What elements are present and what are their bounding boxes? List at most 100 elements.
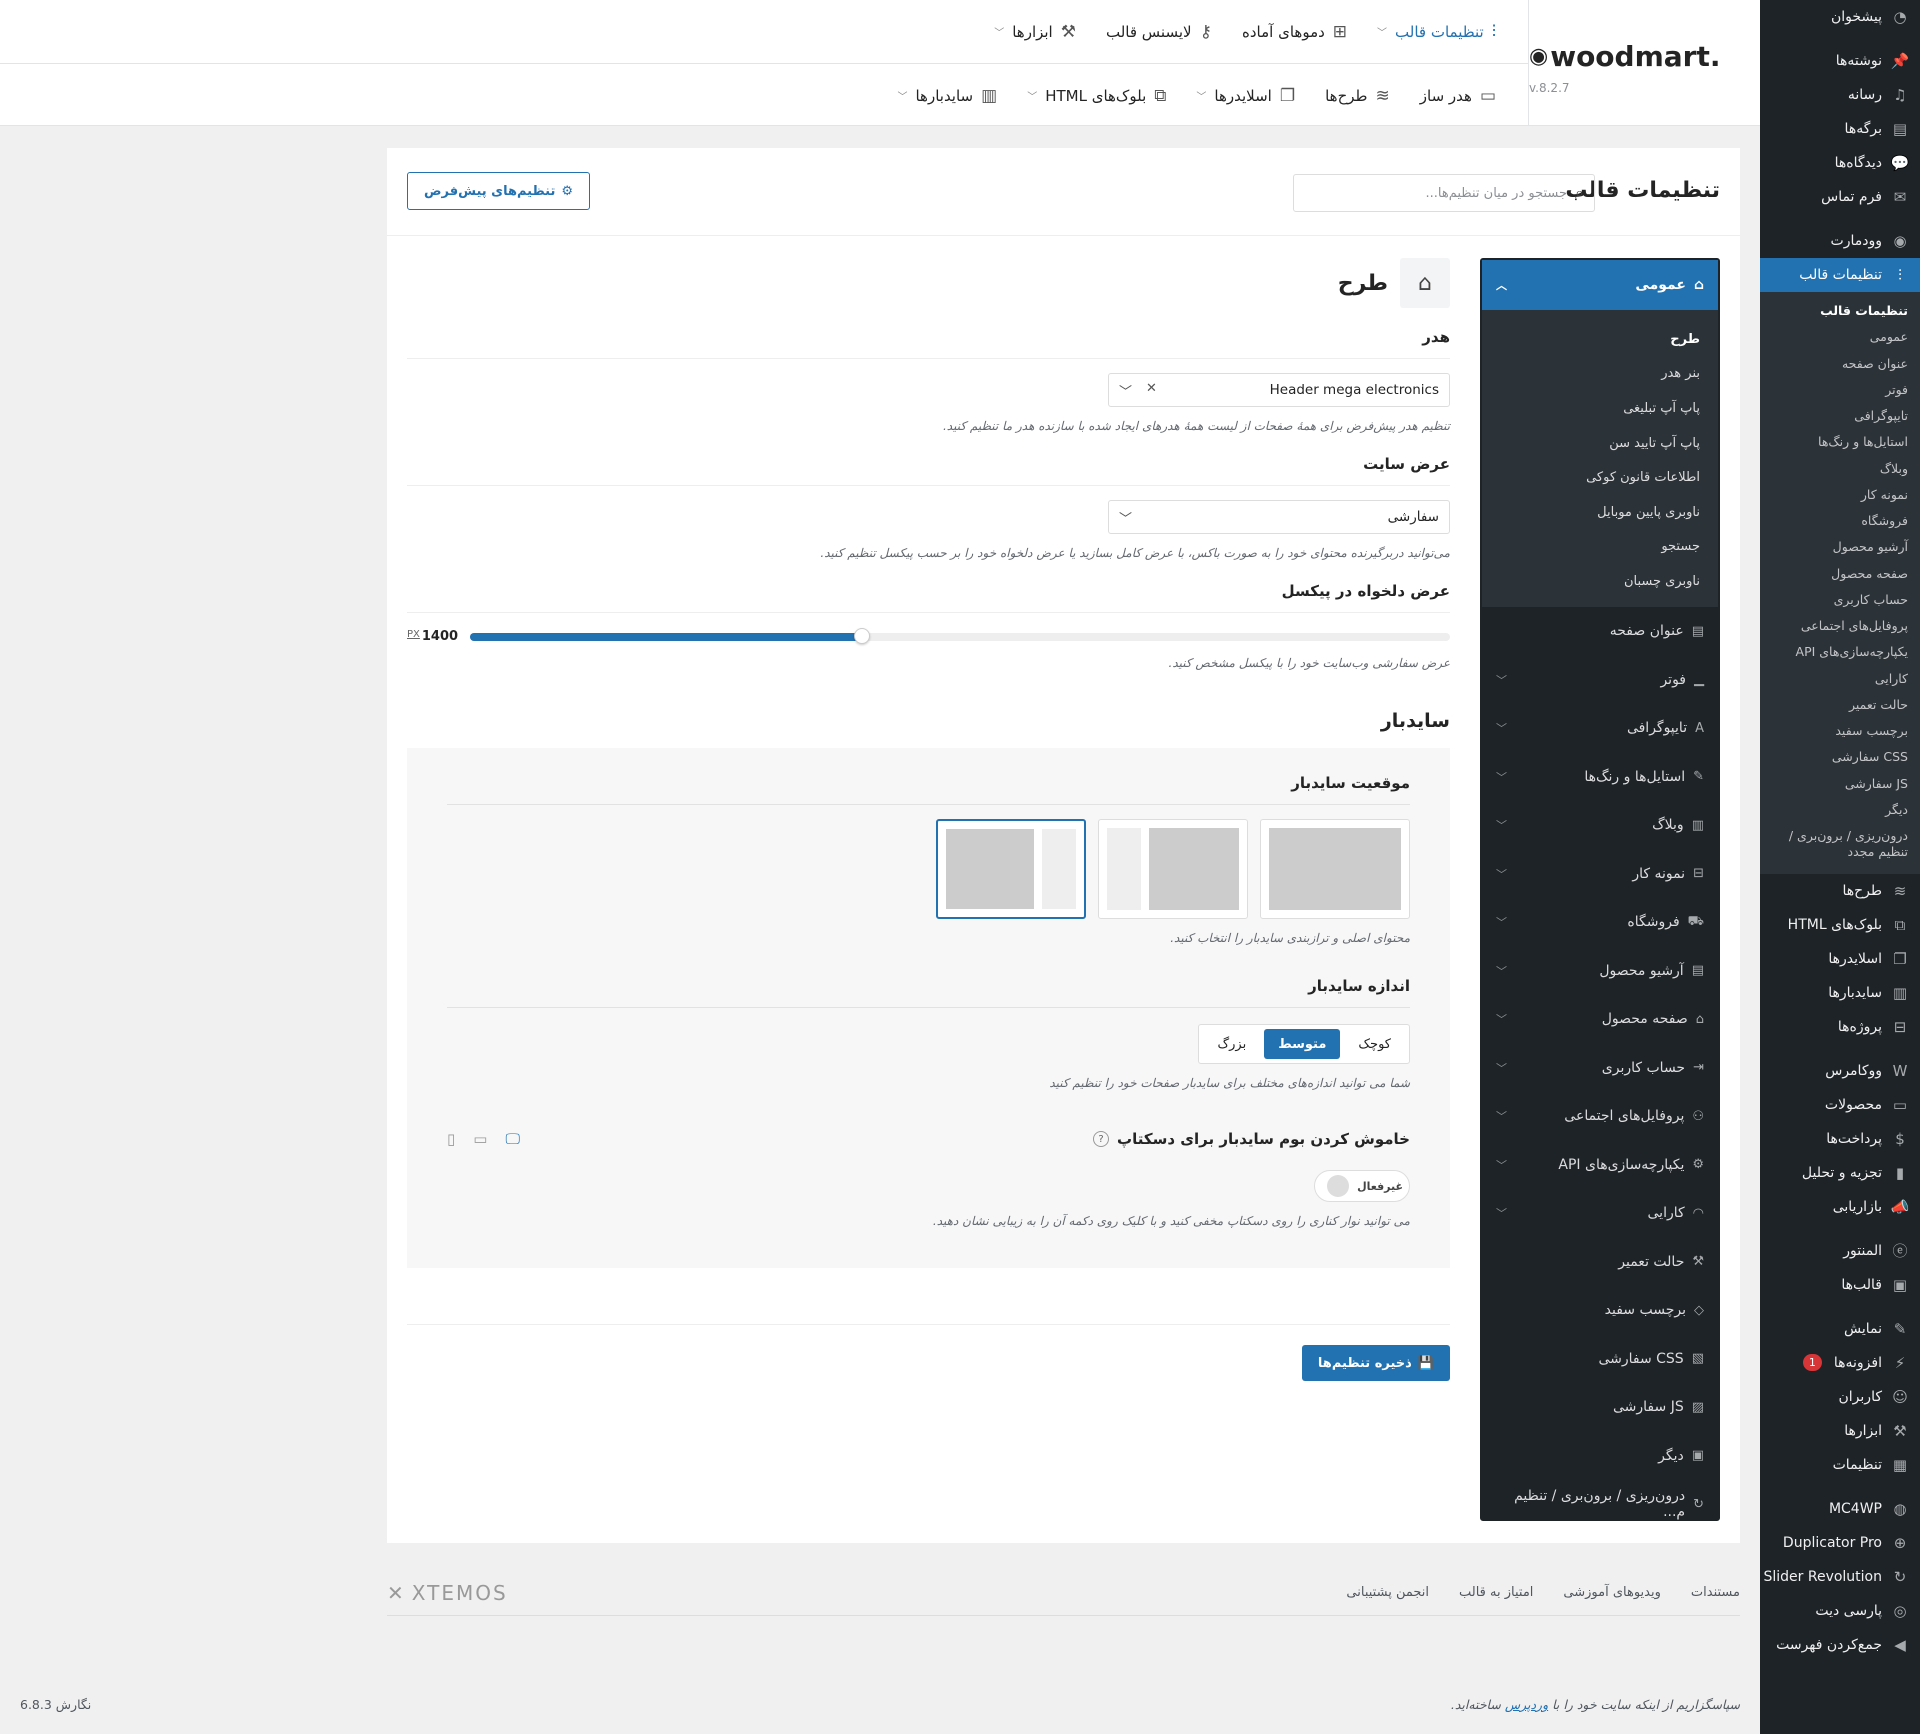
wp-submenu-item[interactable]: دیگر <box>1760 797 1920 823</box>
wp-submenu-item[interactable]: تنظیمات قالب <box>1760 298 1920 324</box>
wp-menu-item[interactable]: 📌 نوشته‌ها <box>1760 44 1920 78</box>
wp-menu-item[interactable]: ▥ سایدبارها <box>1760 976 1920 1010</box>
topbar-nav-item[interactable]: ⊞ دموهای آماده <box>1242 22 1347 42</box>
wp-submenu-item[interactable]: عنوان صفحه <box>1760 351 1920 377</box>
help-icon[interactable]: ? <box>1093 1131 1110 1147</box>
custom-width-slider[interactable] <box>470 627 1450 644</box>
wp-submenu-item[interactable]: استایل‌ها و رنگ‌ها <box>1760 429 1920 455</box>
topbar-nav-item[interactable]: ▥ سایدبارها ﹀ <box>897 86 997 106</box>
footer-link[interactable]: ویدیوهای آموزشی <box>1563 1585 1660 1600</box>
footer-link[interactable]: امتیاز به قالب <box>1459 1585 1533 1600</box>
settings-nav-section[interactable]: ▣ دیگر <box>1482 1431 1718 1480</box>
footer-link[interactable]: انجمن پشتیبانی <box>1346 1585 1429 1600</box>
settings-nav-section[interactable]: ↻ درون‌ریزی / برون‌بری / تنظیم م... <box>1482 1480 1718 1529</box>
settings-subnav-item[interactable]: پاپ آپ تایید سن <box>1482 426 1718 461</box>
wp-menu-item[interactable]: ⓔ المنتور <box>1760 1234 1920 1268</box>
wp-menu-item[interactable]: ◎ پارسی دیت <box>1760 1594 1920 1628</box>
settings-nav-section[interactable]: ⛟ فروشگاه ﹀ <box>1482 898 1718 947</box>
sidebar-size-option[interactable]: کوچک <box>1344 1029 1405 1059</box>
settings-nav-general[interactable]: ⌂ عمومی ︿ <box>1482 260 1718 310</box>
settings-nav-section[interactable]: ⊟ نمونه کار ﹀ <box>1482 849 1718 898</box>
wp-menu-item[interactable]: ▦ تنظیمات <box>1760 1448 1920 1482</box>
wp-menu-item[interactable]: ⚒ ابزارها <box>1760 1414 1920 1448</box>
wp-submenu-item[interactable]: تایپوگرافی <box>1760 403 1920 429</box>
wp-menu-item[interactable]: ▭ محصولات <box>1760 1088 1920 1122</box>
settings-nav-section[interactable]: ▁ فوتر ﹀ <box>1482 655 1718 704</box>
settings-subnav-item[interactable]: پاپ آپ تبلیغی <box>1482 391 1718 426</box>
wp-menu-item[interactable]: ✎ نمایش <box>1760 1312 1920 1346</box>
wp-menu-item[interactable]: W ووکامرس <box>1760 1054 1920 1088</box>
wp-menu-item[interactable]: ⊟ پروژه‌ها <box>1760 1010 1920 1044</box>
wp-submenu-item[interactable]: یکپارچه‌سازی‌های API <box>1760 639 1920 665</box>
custom-width-unit[interactable]: PX <box>407 629 420 644</box>
wp-menu-item[interactable]: ☺ کاربران <box>1760 1380 1920 1414</box>
mobile-icon[interactable]: ▯ <box>447 1130 455 1148</box>
wp-submenu-item[interactable]: درون‌ریزی / برون‌بری / تنظیم مجدد <box>1760 823 1920 866</box>
off-canvas-toggle[interactable]: غیرفعال <box>1314 1170 1410 1202</box>
wp-menu-item[interactable]: ▮ تجزیه و تحلیل <box>1760 1156 1920 1190</box>
wp-menu-item[interactable]: ◍ MC4WP <box>1760 1492 1920 1526</box>
topbar-nav-item[interactable]: ⫶ تنظیمات قالب ﹀ <box>1377 22 1496 42</box>
wp-menu-item[interactable]: ⫶ تنظیمات قالب <box>1751 258 1920 292</box>
wp-menu-item[interactable]: ◉ وودمارت <box>1760 224 1920 258</box>
reset-defaults-button[interactable]: ⚙ تنظیم‌های پیش‌فرض <box>407 172 590 210</box>
wp-menu-item[interactable]: ⚡ افزونه‌ها 1 <box>1760 1346 1920 1380</box>
wp-submenu-item[interactable]: حالت تعمیر <box>1760 692 1920 718</box>
settings-subnav-item[interactable]: طرح <box>1482 322 1718 357</box>
save-settings-button[interactable]: 💾 ذخیره تنظیم‌ها <box>1301 1345 1450 1381</box>
header-select[interactable]: Header mega electronics ✕ ﹀ <box>1108 373 1450 407</box>
clear-icon[interactable]: ✕ <box>1146 381 1157 400</box>
settings-subnav-item[interactable]: اطلاعات قانون کوکی <box>1482 460 1718 495</box>
settings-nav-section[interactable]: ◇ برچسب سفید <box>1482 1286 1718 1335</box>
footer-link[interactable]: مستندات <box>1691 1585 1740 1600</box>
wp-menu-item[interactable]: ⧉ بلوک‌های HTML <box>1760 908 1920 942</box>
settings-nav-section[interactable]: ⚒ حالت تعمیر <box>1482 1237 1718 1286</box>
wp-submenu-item[interactable]: برچسب سفید <box>1760 718 1920 744</box>
layout-no-sidebar[interactable] <box>1260 819 1410 919</box>
wp-menu-item[interactable]: 💬 دیدگاه‌ها <box>1760 146 1920 180</box>
settings-nav-section[interactable]: ▥ وبلاگ ﹀ <box>1482 801 1718 850</box>
settings-nav-section[interactable]: ⚙ یکپارچه‌سازی‌های API ﹀ <box>1482 1140 1718 1189</box>
woodmart-logo[interactable]: ◉ woodmart. <box>1529 40 1730 73</box>
settings-nav-section[interactable]: ⇥ حساب کاربری ﹀ <box>1482 1043 1718 1092</box>
wp-menu-item[interactable]: ◔ پیشخوان <box>1760 0 1920 34</box>
wp-menu-item[interactable]: ◀ جمع‌کردن فهرست <box>1760 1628 1920 1662</box>
wp-menu-item[interactable]: ♫ رسانه <box>1760 78 1920 112</box>
wp-submenu-item[interactable]: وبلاگ <box>1760 456 1920 482</box>
wp-menu-item[interactable]: ⊕ Duplicator Pro <box>1760 1526 1920 1560</box>
chevron-down-icon[interactable]: ﹀ <box>1119 508 1132 527</box>
wp-menu-item[interactable]: ▣ قالب‌ها <box>1760 1268 1920 1302</box>
wp-menu-item[interactable]: ↻ Slider Revolution <box>1760 1560 1920 1594</box>
topbar-nav-item[interactable]: ❐ اسلایدرها ﹀ <box>1196 86 1295 106</box>
wp-menu-item[interactable]: ❐ اسلایدرها <box>1760 942 1920 976</box>
wp-menu-item[interactable]: ≋ طرح‌ها <box>1760 874 1920 908</box>
wp-submenu-item[interactable]: آرشیو محصول <box>1760 534 1920 560</box>
wp-menu-item[interactable]: 📣 بازاریابی <box>1760 1190 1920 1224</box>
wp-submenu-item[interactable]: نمونه کار <box>1760 482 1920 508</box>
wp-menu-item[interactable]: ▤ برگه‌ها <box>1760 112 1920 146</box>
settings-search[interactable]: ⌕ جستجو در میان تنظیم‌ها... <box>1293 174 1595 212</box>
topbar-nav-item[interactable]: ▭ هدر ساز <box>1420 86 1496 106</box>
settings-nav-section[interactable]: ▤ آرشیو محصول ﹀ <box>1482 946 1718 995</box>
wp-submenu-item[interactable]: صفحه محصول <box>1760 561 1920 587</box>
topbar-nav-item[interactable]: ≋ طرح‌ها <box>1325 86 1390 106</box>
settings-nav-section[interactable]: ✎ استایل‌ها و رنگ‌ها ﹀ <box>1482 752 1718 801</box>
xtemos-logo[interactable]: ✕ XTEMOS <box>387 1581 508 1605</box>
settings-subnav-item[interactable]: ناوبری چسبان <box>1482 564 1718 599</box>
settings-nav-section[interactable]: ▤ عنوان صفحه <box>1482 607 1718 656</box>
settings-nav-section[interactable]: ⌂ صفحه محصول ﹀ <box>1482 995 1718 1044</box>
wp-submenu-item[interactable]: JS سفارشی <box>1760 771 1920 797</box>
site-width-select[interactable]: سفارشی ﹀ <box>1108 500 1450 534</box>
sidebar-size-option[interactable]: بزرگ <box>1203 1029 1260 1059</box>
topbar-nav-item[interactable]: ⚷ لایسنس قالب <box>1106 22 1212 42</box>
wp-submenu-item[interactable]: کارایی <box>1760 666 1920 692</box>
settings-subnav-item[interactable]: جستجو <box>1482 530 1718 565</box>
topbar-nav-item[interactable]: ⚒ ابزارها ﹀ <box>994 22 1076 42</box>
wp-menu-item[interactable]: ✉ فرم تماس <box>1760 180 1920 214</box>
wp-submenu-item[interactable]: پروفایل‌های اجتماعی <box>1760 613 1920 639</box>
wp-submenu-item[interactable]: فروشگاه <box>1760 508 1920 534</box>
settings-subnav-item[interactable]: بنر هدر <box>1482 357 1718 392</box>
wp-menu-item[interactable]: $ پرداخت‌ها <box>1760 1122 1920 1156</box>
chevron-down-icon[interactable]: ﹀ <box>1119 381 1132 400</box>
settings-nav-section[interactable]: A تایپوگرافی ﹀ <box>1482 704 1718 753</box>
